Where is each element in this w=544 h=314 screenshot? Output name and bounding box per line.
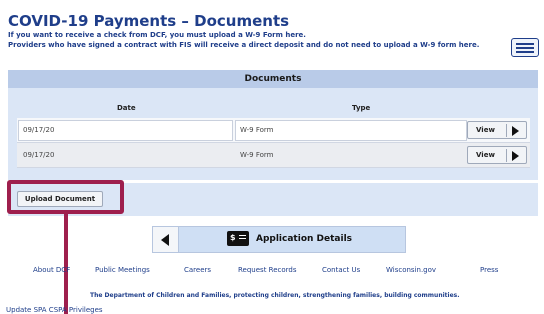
view-button[interactable]: View	[467, 121, 527, 139]
play-icon	[512, 151, 519, 161]
documents-title: Documents	[8, 70, 538, 88]
back-arrow-icon	[161, 234, 169, 246]
view-button-label: View	[476, 126, 495, 134]
view-button-divider	[506, 124, 507, 137]
footer-link-request-records[interactable]: Request Records	[238, 266, 297, 274]
footer-link-about[interactable]: About DCF	[33, 266, 70, 274]
hamburger-menu-button[interactable]	[511, 38, 539, 57]
view-button[interactable]: View	[467, 146, 527, 164]
menu-line-icon	[516, 42, 534, 45]
instruction-line-2: Providers who have signed a contract wit…	[8, 41, 480, 49]
page-title: COVID-19 Payments – Documents	[8, 12, 290, 30]
application-details-label: Application Details	[256, 234, 353, 244]
update-privileges-link[interactable]: Update SPA CSPA Privileges	[6, 306, 103, 314]
footer-link-public-meetings[interactable]: Public Meetings	[95, 266, 150, 274]
footer-link-careers[interactable]: Careers	[184, 266, 211, 274]
instruction-line-1: If you want to receive a check from DCF,…	[8, 31, 306, 39]
footer-link-press[interactable]: Press	[480, 266, 498, 274]
back-button[interactable]	[152, 226, 179, 253]
table-row: 09/17/20 W-9 Form View	[17, 118, 530, 143]
money-icon: $	[227, 231, 249, 246]
documents-table: Date Type 09/17/20 W-9 Form View 09/17/2…	[17, 98, 530, 168]
menu-line-icon	[516, 46, 534, 49]
column-header-type: Type	[352, 104, 371, 112]
lines-icon	[239, 235, 246, 242]
footer-links: About DCF Public Meetings Careers Reques…	[0, 266, 544, 278]
callout-pointer-line	[64, 214, 68, 314]
footer-tagline: The Department of Children and Families,…	[90, 292, 460, 299]
table-header: Date Type	[17, 98, 530, 118]
date-cell: 09/17/20	[23, 126, 55, 134]
view-button-divider	[506, 149, 507, 162]
date-cell: 09/17/20	[23, 151, 55, 159]
menu-line-icon	[516, 50, 534, 53]
footer-link-wisconsin[interactable]: Wisconsin.gov	[386, 266, 436, 274]
callout-highlight	[7, 180, 124, 214]
table-row: 09/17/20 W-9 Form View	[17, 143, 530, 168]
view-button-label: View	[476, 151, 495, 159]
type-cell: W-9 Form	[240, 151, 274, 159]
page-header: COVID-19 Payments – Documents If you wan…	[0, 0, 544, 60]
dollar-glyph: $	[230, 233, 236, 242]
column-header-date: Date	[117, 104, 136, 112]
footer-link-contact[interactable]: Contact Us	[322, 266, 360, 274]
play-icon	[512, 126, 519, 136]
type-cell: W-9 Form	[240, 126, 274, 134]
